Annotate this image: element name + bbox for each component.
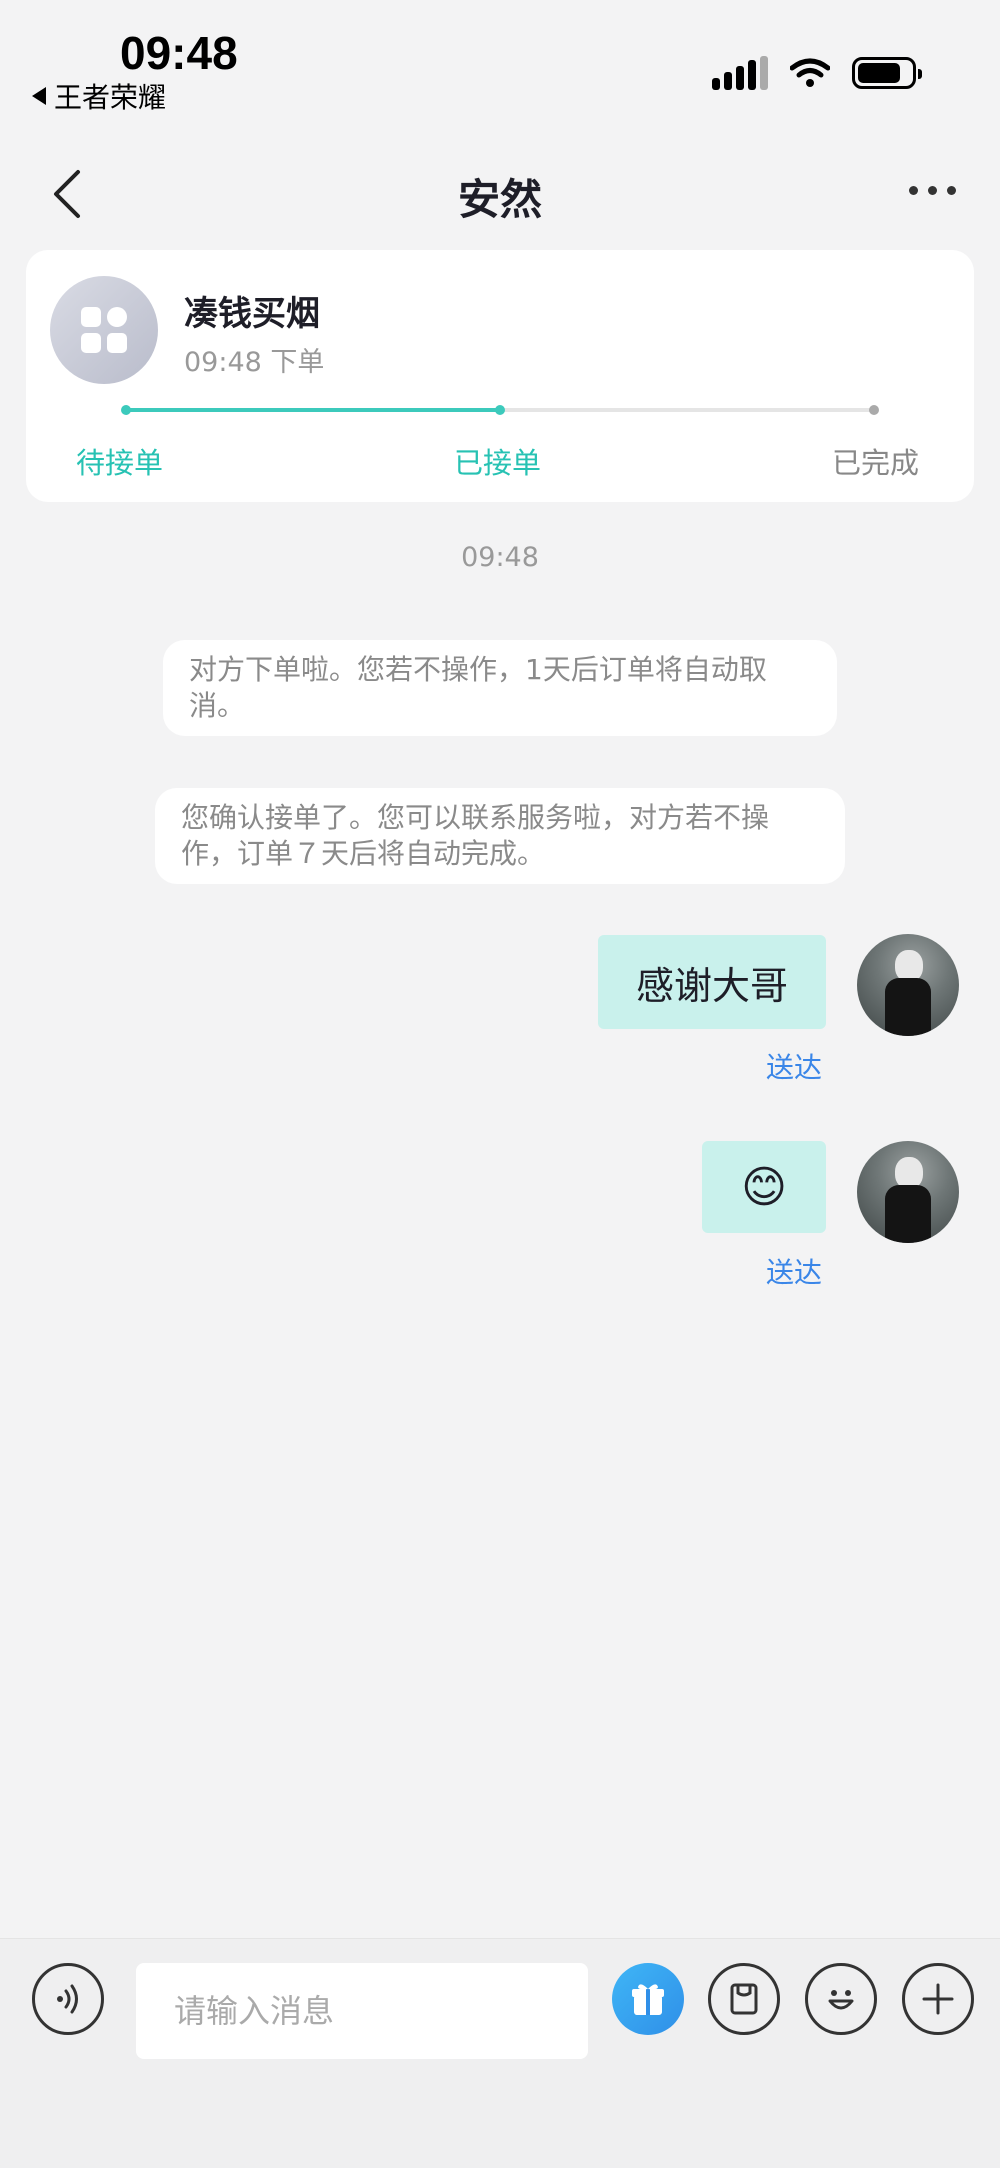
emoji-icon — [828, 1990, 854, 2010]
wifi-icon — [790, 58, 830, 87]
progress-dot-end — [869, 405, 879, 415]
plus-button[interactable] — [902, 1963, 974, 2035]
gift-icon — [632, 1984, 664, 2015]
card-icon — [730, 1983, 758, 2015]
page-title: 安然 — [457, 175, 542, 224]
status-icons — [712, 56, 922, 90]
delivered-status: 送达 — [766, 1256, 823, 1289]
order-progress-bar — [121, 405, 879, 415]
voice-button[interactable] — [32, 1963, 104, 2035]
system-message: 您确认接单了。您可以联系服务啦，对方若不操作，订单７天后将自动完成。 — [155, 788, 845, 884]
chat-timestamp: 09:48 — [461, 542, 539, 573]
delivered-status: 送达 — [766, 1051, 823, 1084]
order-card[interactable]: 凑钱买烟 09:48 下单 待接单 已接单 已完成 — [26, 250, 974, 502]
order-name: 凑钱买烟 — [184, 294, 320, 334]
back-app-label: 王者荣耀 — [54, 81, 167, 114]
more-dot — [928, 186, 937, 195]
step-pending: 待接单 — [76, 446, 164, 480]
back-to-app-link[interactable]: 王者荣耀 — [32, 76, 166, 116]
order-time: 09:48 下单 — [184, 347, 325, 378]
system-message: 对方下单啦。您若不操作，1天后订单将自动取消。 — [163, 640, 837, 736]
sent-message-bubble[interactable]: 感谢大哥 — [598, 935, 826, 1029]
step-completed: 已完成 — [832, 446, 920, 480]
progress-dot-start — [121, 405, 131, 415]
order-progress-fill — [126, 408, 500, 412]
more-dot — [947, 186, 956, 195]
app-grid-icon — [50, 276, 158, 384]
progress-dot-middle — [495, 405, 505, 415]
avatar[interactable] — [857, 1141, 959, 1243]
gift-button[interactable] — [612, 1963, 684, 2035]
signal-icon — [712, 56, 768, 90]
plus-icon — [922, 1983, 954, 2015]
more-dot — [909, 186, 918, 195]
more-button[interactable] — [909, 186, 956, 195]
emoji-button[interactable] — [805, 1963, 877, 2035]
voice-icon — [57, 1984, 78, 2014]
battery-icon — [852, 57, 922, 89]
step-accepted: 已接单 — [454, 446, 542, 480]
back-triangle-icon — [32, 87, 46, 105]
status-time: 09:48 — [120, 27, 238, 79]
sent-message-bubble[interactable]: 😊 — [702, 1141, 826, 1233]
message-input[interactable] — [136, 1963, 588, 2059]
avatar[interactable] — [857, 934, 959, 1036]
input-bar — [0, 1938, 1000, 2168]
order-card-button[interactable] — [708, 1963, 780, 2035]
